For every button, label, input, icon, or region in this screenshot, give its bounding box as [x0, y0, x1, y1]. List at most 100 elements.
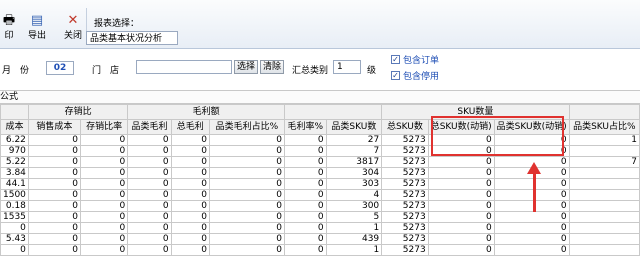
table-cell: 5 — [325, 211, 383, 223]
table-cell: 0 — [283, 145, 327, 157]
table-cell: 0 — [493, 211, 570, 223]
table-cell: 5273 — [381, 211, 429, 223]
table-cell: 0 — [493, 178, 570, 190]
table-cell: 27 — [325, 134, 383, 146]
table-cell: 5.43 — [0, 233, 29, 245]
table-cell: 0 — [208, 189, 285, 201]
table-cell: 0 — [27, 167, 81, 179]
table-cell: 0 — [27, 200, 81, 212]
table-cell: 0 — [79, 244, 129, 256]
printer-icon: 🖶 — [2, 13, 16, 28]
level-label: 级 — [367, 66, 377, 76]
print-label: 印 — [4, 31, 14, 41]
table-cell: 304 — [325, 167, 383, 179]
export-label: 导出 — [27, 31, 46, 41]
summary-level-input[interactable]: 1 — [333, 60, 361, 74]
column-header[interactable]: 品类SKU占比% — [568, 119, 640, 135]
table-cell: 0 — [208, 211, 285, 223]
table-cell: 0 — [493, 200, 570, 212]
group-header-stock-sales: 存销比 — [27, 104, 129, 120]
table-cell: 0 — [427, 189, 495, 201]
table-cell: 0 — [27, 222, 81, 234]
table-cell — [568, 222, 640, 234]
table-cell: 0 — [427, 222, 495, 234]
table-row[interactable]: 5.43 0 0 0 0 0 0 439 5273 0 0 — [0, 233, 640, 245]
table-cell: 0 — [79, 233, 129, 245]
include-disabled-checkbox[interactable]: ✓ — [391, 71, 400, 80]
select-store-button[interactable]: 选择 — [234, 60, 258, 74]
table-cell: 0 — [170, 189, 210, 201]
table-cell: 0 — [283, 178, 327, 190]
table-row[interactable]: 44.1 0 0 0 0 0 0 303 5273 0 0 — [0, 178, 640, 190]
month-input[interactable]: 02 — [46, 61, 74, 75]
table-row[interactable]: 0.18 0 0 0 0 0 0 300 5273 0 0 — [0, 200, 640, 212]
export-button[interactable]: ▤ 导出 — [20, 14, 54, 42]
table-cell: 0 — [127, 134, 172, 146]
table-cell: 1 — [325, 222, 383, 234]
print-button[interactable]: 🖶 印 — [0, 14, 18, 42]
table-cell: 0 — [170, 222, 210, 234]
table-cell: 0 — [27, 244, 81, 256]
table-cell: 0 — [127, 222, 172, 234]
table-row[interactable]: 5.22 0 0 0 0 0 0 3817 5273 0 0 7 — [0, 156, 640, 168]
table-cell: 5273 — [381, 200, 429, 212]
column-header[interactable]: 毛利率% — [283, 119, 327, 135]
table-cell: 0.18 — [0, 200, 29, 212]
table-cell: 0 — [0, 222, 29, 234]
table-cell: 3817 — [325, 156, 383, 168]
store-input[interactable] — [136, 60, 232, 74]
export-icon: ▤ — [30, 13, 44, 28]
table-cell: 0 — [79, 211, 129, 223]
include-disabled-label: 包含停用 — [403, 72, 440, 82]
table-cell: 5.22 — [0, 156, 29, 168]
table-cell: 0 — [493, 233, 570, 245]
table-cell — [568, 200, 640, 212]
table-row[interactable]: 3.84 0 0 0 0 0 0 304 5273 0 0 — [0, 167, 640, 179]
table-cell: 1 — [325, 244, 383, 256]
table-cell: 300 — [325, 200, 383, 212]
column-header[interactable]: 品类毛利 — [127, 119, 172, 135]
table-row[interactable]: 1500 0 0 0 0 0 0 4 5273 0 0 — [0, 189, 640, 201]
column-header[interactable]: 总SKU数 — [381, 119, 429, 135]
table-row[interactable]: 1535 0 0 0 0 0 0 5 5273 0 0 — [0, 211, 640, 223]
table-cell: 0 — [127, 211, 172, 223]
table-cell: 5273 — [381, 134, 429, 146]
table-cell — [568, 233, 640, 245]
column-header[interactable]: 品类毛利占比% — [208, 119, 285, 135]
table-cell: 7 — [325, 145, 383, 157]
month-label: 月 份 — [2, 66, 30, 76]
table-cell: 1500 — [0, 189, 29, 201]
table-cell: 0 — [208, 156, 285, 168]
include-order-label: 包含订单 — [403, 56, 440, 66]
column-header[interactable]: 总毛利 — [170, 119, 210, 135]
table-cell: 5273 — [381, 167, 429, 179]
table-cell: 0 — [170, 244, 210, 256]
table-cell: 5273 — [381, 178, 429, 190]
table-cell: 7 — [568, 156, 640, 168]
table-cell: 6.22 — [0, 134, 29, 146]
table-cell: 0 — [427, 200, 495, 212]
table-cell: 0 — [127, 178, 172, 190]
report-select[interactable]: 品类基本状况分析 — [86, 31, 178, 45]
table-cell: 5273 — [381, 156, 429, 168]
include-order-checkbox[interactable]: ✓ — [391, 55, 400, 64]
column-header[interactable]: 品类SKU数 — [325, 119, 383, 135]
column-header[interactable]: 存销比率 — [79, 119, 129, 135]
close-icon: ✕ — [67, 13, 79, 28]
table-cell: 0 — [127, 145, 172, 157]
table-row[interactable]: 0 0 0 0 0 0 0 1 5273 0 0 — [0, 244, 640, 256]
table-cell: 0 — [27, 211, 81, 223]
column-header[interactable]: 销售成本 — [27, 119, 81, 135]
table-cell — [568, 145, 640, 157]
close-button[interactable]: ✕ 关闭 — [56, 14, 90, 42]
table-cell: 0 — [79, 178, 129, 190]
table-cell: 3.84 — [0, 167, 29, 179]
column-header[interactable]: 成本 — [0, 119, 29, 135]
table-cell: 0 — [208, 178, 285, 190]
table-cell: 0 — [427, 233, 495, 245]
table-row[interactable]: 0 0 0 0 0 0 0 1 5273 0 0 — [0, 222, 640, 234]
clear-store-button[interactable]: 清除 — [260, 60, 284, 74]
table-cell: 0 — [170, 145, 210, 157]
table-cell: 303 — [325, 178, 383, 190]
highlight-box — [431, 116, 564, 156]
